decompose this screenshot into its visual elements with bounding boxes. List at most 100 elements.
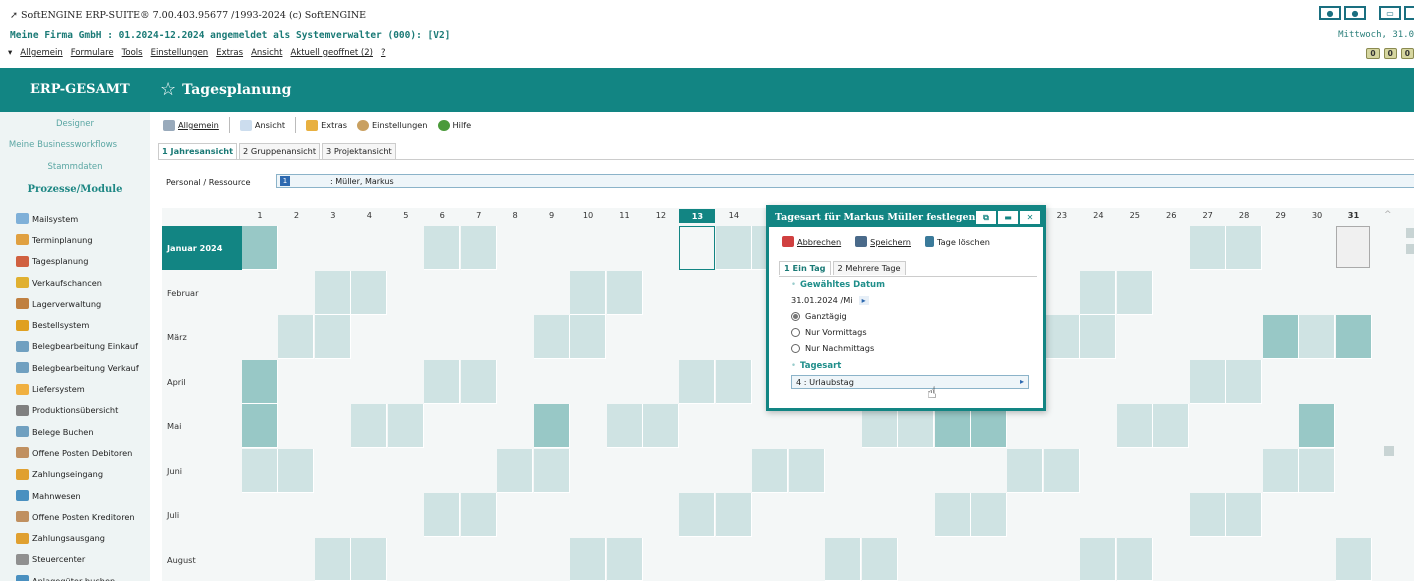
- day-cell[interactable]: [1116, 404, 1153, 448]
- day-header[interactable]: 4: [351, 210, 387, 220]
- tab-gruppenansicht[interactable]: 2 Gruppenansicht: [239, 143, 321, 159]
- toolbar-extras-button[interactable]: Extras: [303, 119, 350, 132]
- radio-nur-vormittags[interactable]: Nur Vormittags: [791, 327, 867, 337]
- day-cell[interactable]: [570, 315, 607, 359]
- scroll-marker[interactable]: [1384, 446, 1394, 456]
- selected-day-cell[interactable]: [1335, 226, 1370, 268]
- day-cell[interactable]: [1043, 315, 1080, 359]
- day-cell[interactable]: [314, 537, 351, 581]
- sidebar-item[interactable]: Tagesplanung: [0, 251, 150, 272]
- day-cell[interactable]: [533, 315, 570, 359]
- speichern-button[interactable]: Speichern: [852, 235, 914, 248]
- day-cell[interactable]: [1299, 448, 1336, 493]
- tab-mehrere-tage[interactable]: 2 Mehrere Tage: [832, 261, 906, 275]
- day-cell[interactable]: [278, 448, 315, 493]
- month-label[interactable]: August: [162, 538, 242, 581]
- day-cell[interactable]: [1299, 315, 1336, 359]
- sidebar-item[interactable]: Steuercenter: [0, 549, 150, 570]
- day-cell[interactable]: [1335, 315, 1372, 359]
- day-cell[interactable]: [424, 493, 461, 537]
- day-cell[interactable]: [314, 315, 351, 359]
- day-cell[interactable]: [1335, 537, 1372, 581]
- month-label[interactable]: März: [162, 315, 242, 359]
- day-cell[interactable]: [278, 315, 315, 359]
- day-cell[interactable]: [1226, 359, 1263, 404]
- favorite-star-icon[interactable]: ☆: [160, 79, 176, 100]
- toolbar-hilfe-button[interactable]: Hilfe: [435, 119, 475, 132]
- day-cell[interactable]: [715, 493, 752, 537]
- person-id[interactable]: 1: [280, 176, 290, 186]
- day-cell[interactable]: [971, 493, 1007, 537]
- sidebar-item[interactable]: Bestellsystem: [0, 314, 150, 335]
- sidebar-prozesse[interactable]: Prozesse/Module: [0, 184, 150, 195]
- abbrechen-button[interactable]: Abbrechen: [779, 235, 844, 248]
- day-header[interactable]: 11: [607, 210, 643, 220]
- day-cell[interactable]: [1189, 226, 1226, 270]
- sidebar-item[interactable]: Zahlungseingang: [0, 464, 150, 485]
- day-cell[interactable]: [1080, 270, 1117, 315]
- day-header[interactable]: 6: [424, 210, 460, 220]
- day-header[interactable]: 26: [1153, 210, 1189, 220]
- day-header[interactable]: 31: [1336, 210, 1372, 220]
- day-cell[interactable]: [606, 404, 643, 448]
- dialog-restore-button[interactable]: ⧉: [976, 211, 996, 224]
- window-button-partial[interactable]: [1404, 6, 1414, 20]
- person-field[interactable]: 1 : Müller, Markus: [276, 174, 1414, 188]
- day-cell[interactable]: [1153, 404, 1190, 448]
- minimize-button[interactable]: ●: [1344, 6, 1366, 20]
- day-cell[interactable]: [570, 537, 607, 581]
- sidebar-stammdaten[interactable]: Stammdaten: [0, 162, 150, 172]
- day-cell[interactable]: [460, 359, 497, 404]
- sidebar-designer[interactable]: Designer: [0, 119, 150, 129]
- sidebar-item[interactable]: Mahnwesen: [0, 485, 150, 506]
- toolbar-allgemein-button[interactable]: Allgemein: [160, 119, 222, 132]
- day-header[interactable]: 27: [1190, 210, 1226, 220]
- menu-aktuell-geoeffnet[interactable]: Aktuell geoffnet (2): [290, 48, 373, 58]
- month-label[interactable]: Februar: [162, 271, 242, 315]
- day-cell[interactable]: [242, 226, 278, 270]
- menu-extras[interactable]: Extras: [216, 48, 243, 58]
- dialog-close-button[interactable]: ✕: [1020, 211, 1040, 224]
- radio-ganztaegig[interactable]: Ganztägig: [791, 311, 847, 321]
- radio-dot[interactable]: [791, 343, 800, 353]
- menu-ansicht[interactable]: Ansicht: [251, 48, 282, 58]
- day-header[interactable]: 7: [461, 210, 497, 220]
- sidebar-item[interactable]: Belegbearbeitung Einkauf: [0, 336, 150, 357]
- day-cell[interactable]: [1116, 270, 1153, 315]
- day-cell[interactable]: [715, 226, 752, 270]
- day-header[interactable]: 30: [1299, 210, 1335, 220]
- sidebar-item[interactable]: Offene Posten Kreditoren: [0, 506, 150, 527]
- day-cell[interactable]: [1262, 315, 1299, 359]
- radio-nur-nachmittags[interactable]: Nur Nachmittags: [791, 343, 874, 353]
- day-header[interactable]: 5: [388, 210, 424, 220]
- day-cell[interactable]: [679, 493, 716, 537]
- day-cell[interactable]: [242, 448, 278, 493]
- sidebar-item[interactable]: Anlagegüter buchen: [0, 570, 150, 581]
- status-badge-2[interactable]: 0: [1383, 48, 1397, 59]
- menu-formulare[interactable]: Formulare: [71, 48, 114, 58]
- month-label[interactable]: Juli: [162, 493, 242, 537]
- sidebar-workflows[interactable]: Meine Businessworkflows: [0, 140, 138, 150]
- day-cell[interactable]: [1080, 315, 1117, 359]
- status-badge-3[interactable]: 0: [1400, 48, 1414, 59]
- sidebar-item[interactable]: Zahlungsausgang: [0, 527, 150, 548]
- scroll-up-icon[interactable]: ^: [1384, 210, 1392, 220]
- month-label[interactable]: Juni: [162, 449, 242, 493]
- day-cell[interactable]: [679, 359, 716, 404]
- day-cell[interactable]: [1080, 537, 1117, 581]
- day-cell[interactable]: [351, 270, 388, 315]
- sidebar-item[interactable]: Offene Posten Debitoren: [0, 442, 150, 463]
- select-arrow-icon[interactable]: ▸: [1020, 377, 1024, 386]
- day-cell[interactable]: [1007, 448, 1044, 493]
- day-cell[interactable]: [825, 537, 862, 581]
- day-cell[interactable]: [1189, 359, 1226, 404]
- radio-dot[interactable]: [791, 311, 800, 321]
- tab-ein-tag[interactable]: 1 Ein Tag: [779, 261, 831, 275]
- day-cell[interactable]: [242, 359, 278, 404]
- day-cell[interactable]: [1043, 448, 1080, 493]
- day-header[interactable]: 23: [1044, 210, 1080, 220]
- day-cell[interactable]: [1116, 537, 1153, 581]
- day-header[interactable]: 12: [643, 210, 679, 220]
- day-cell[interactable]: [715, 359, 752, 404]
- day-cell[interactable]: [1226, 493, 1263, 537]
